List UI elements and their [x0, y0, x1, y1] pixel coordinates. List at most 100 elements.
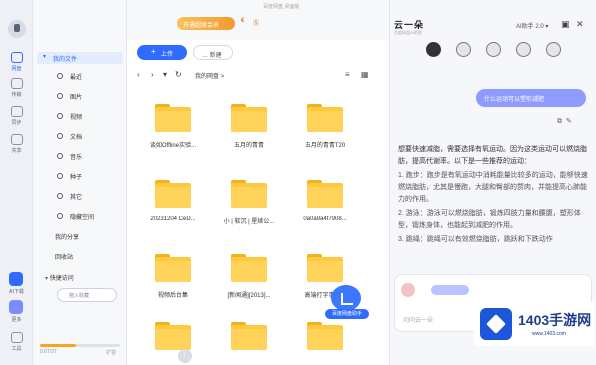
folder-icon — [307, 104, 343, 132]
folder-item[interactable]: 谈如Offline实验... — [141, 102, 205, 156]
quick-access-dropzone[interactable]: 拖入收藏 — [57, 288, 117, 302]
nav-my-files[interactable]: 我的文件 — [37, 52, 123, 64]
clock-icon — [57, 73, 63, 79]
folder-icon — [155, 104, 191, 132]
assistant-float-button[interactable]: 百度网盘助手 — [325, 285, 369, 321]
ai-download-icon[interactable] — [9, 272, 23, 286]
folder-item[interactable]: [新闻通][2013]... — [217, 252, 281, 306]
send-button[interactable] — [178, 349, 192, 363]
rail-item-sync[interactable]: 同步 — [4, 106, 29, 126]
grid-view-icon[interactable]: ▦ — [361, 70, 369, 79]
folder-name: 五月的青青 — [233, 143, 264, 149]
image-icon — [57, 93, 63, 99]
folder-name: [新闻通][2013]... — [227, 293, 271, 299]
folder-name: 谈如Offline实验... — [149, 143, 197, 149]
cloud-icon — [10, 52, 23, 63]
folder-name: 0a0a9a4f7908... — [303, 216, 347, 222]
rail-item-share[interactable]: 共享 — [4, 134, 29, 154]
sort-icon[interactable]: ≡ — [345, 70, 350, 79]
new-button[interactable]: … 新建 — [193, 45, 233, 60]
profile-avatar[interactable] — [8, 20, 26, 38]
nav-item-images[interactable]: 图片 — [37, 90, 123, 102]
nav-my-share[interactable]: 我的分享 — [55, 232, 79, 241]
folder-icon — [231, 254, 267, 282]
folder-icon — [307, 322, 343, 350]
dropdown-icon[interactable]: ▾ — [163, 70, 167, 79]
folder-icon — [231, 180, 267, 208]
avatar-option[interactable] — [542, 42, 564, 59]
nav-recycle-bin[interactable]: 回收站 — [55, 252, 73, 261]
folder-name: 视频后台集 — [157, 293, 188, 299]
edit-icon[interactable]: ✎ — [566, 118, 572, 125]
headphones-icon — [57, 153, 63, 159]
avatar-option[interactable] — [482, 42, 504, 59]
forward-icon[interactable]: › — [151, 70, 154, 79]
doc-icon — [57, 133, 63, 139]
avatar-picker — [422, 42, 572, 72]
nav-sidebar: 我的文件 最近 图片 视频 文档 音乐 种子 其它 — [33, 0, 127, 365]
face-icon — [455, 42, 471, 57]
vip-button[interactable]: 开通超级会员 — [177, 17, 235, 30]
close-icon[interactable]: ✕ — [576, 19, 584, 30]
nav-item-docs[interactable]: 文档 — [37, 130, 123, 142]
rail-item-netdisk[interactable]: 网盘 — [4, 52, 29, 72]
storage-fill — [40, 344, 76, 347]
folder-item[interactable] — [141, 320, 205, 365]
sign-icon[interactable]: Ⓢ — [253, 18, 259, 27]
folder-icon — [155, 254, 191, 282]
storage-meter[interactable]: 0.6T/2T 扩容 — [40, 344, 120, 356]
nav-item-music[interactable]: 音乐 — [37, 150, 123, 162]
upload-button[interactable]: 上传 — [137, 45, 187, 60]
folder-item[interactable] — [293, 320, 357, 365]
folder-item[interactable]: 0a0a9a4f7908... — [293, 178, 357, 232]
folder-name: 五月的青青T20 — [304, 143, 346, 149]
mode-chip[interactable] — [431, 285, 469, 295]
message-actions: ⧉ ✎ — [557, 117, 572, 126]
face-icon — [485, 42, 501, 57]
breadcrumb[interactable]: 我的网盘 > — [195, 71, 224, 80]
folder-icon — [307, 254, 343, 282]
folder-item[interactable] — [217, 320, 281, 365]
folder-item[interactable]: 五月的青青T20 — [293, 102, 357, 156]
rail-item-transfer[interactable]: 传输 — [4, 78, 29, 98]
folder-name: 小 | 软沉 | 星续公... — [223, 219, 275, 225]
history-icon[interactable]: ▣ — [561, 19, 570, 30]
rail-item-tools[interactable]: 工具 — [4, 332, 29, 352]
cloud-assistant-icon — [331, 285, 361, 311]
face-icon — [545, 42, 561, 57]
user-message: 什么运动可以塑形减肥 — [476, 89, 586, 107]
avatar-option[interactable] — [452, 42, 474, 59]
path-bar: ‹ › ▾ ↻ 我的网盘 > ≡ ▦ — [137, 70, 377, 82]
transfer-icon — [10, 78, 23, 89]
back-icon[interactable]: ‹ — [137, 70, 140, 79]
nav-item-other[interactable]: 其它 — [37, 190, 123, 202]
folder-icon — [155, 180, 191, 208]
folder-item[interactable]: 五月的青青 — [217, 102, 281, 156]
bt-icon — [57, 173, 63, 179]
toolbox-icon — [10, 332, 23, 343]
nav-item-video[interactable]: 视频 — [37, 110, 123, 122]
apps-icon[interactable] — [9, 300, 23, 314]
nav-item-hidden-space[interactable]: 隐藏空间 — [37, 210, 123, 222]
ai-version-dropdown[interactable]: AI助手 2.0 — [516, 21, 548, 30]
nav-item-torrent[interactable]: 种子 — [37, 170, 123, 182]
refresh-icon[interactable]: ↻ — [175, 70, 182, 79]
folder-icon — [307, 180, 343, 208]
copy-icon[interactable]: ⧉ — [557, 118, 562, 125]
face-icon — [515, 42, 531, 57]
ai-answer: 想要快速减脂，需要选择有氧运动。因为这类运动可以燃烧脂肪，提高代谢率。以下是一些… — [398, 146, 588, 243]
coin-icon[interactable]: € — [241, 18, 244, 24]
avatar-option[interactable] — [512, 42, 534, 59]
folder-icon — [231, 322, 267, 350]
folder-item[interactable]: 小 | 软沉 | 星续公... — [217, 178, 281, 232]
nav-quick-access[interactable]: 快捷访问 — [45, 273, 74, 282]
folder-item[interactable]: 视频后台集 — [141, 252, 205, 306]
icon-rail: 网盘 传输 同步 共享 AI下载 更多 工具 — [0, 0, 33, 365]
app-window: 网盘 传输 同步 共享 AI下载 更多 工具 我的文件 最近 — [0, 0, 596, 365]
rail-label-ai-download: AI下载 — [9, 289, 24, 295]
sync-icon — [10, 106, 23, 117]
share-icon — [10, 134, 23, 145]
nav-item-recent[interactable]: 最近 — [37, 70, 123, 82]
avatar-option[interactable] — [422, 42, 444, 59]
folder-item[interactable]: 20231204 CeD... — [141, 178, 205, 232]
